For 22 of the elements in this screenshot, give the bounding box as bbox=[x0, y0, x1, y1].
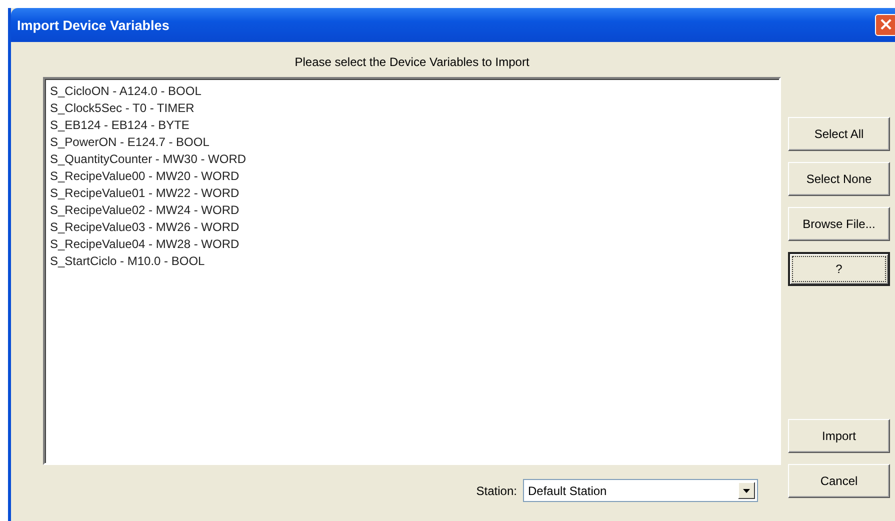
variable-item[interactable]: S_Clock5Sec - T0 - TIMER bbox=[48, 100, 196, 117]
variable-item[interactable]: S_EB124 - EB124 - BYTE bbox=[48, 117, 192, 134]
dialog-button[interactable]: Select All bbox=[788, 117, 890, 151]
station-label: Station: bbox=[476, 484, 517, 498]
station-dropdown[interactable]: Default Station bbox=[523, 479, 758, 502]
dialog-button[interactable]: Select None bbox=[788, 162, 890, 196]
variable-item[interactable]: S_StartCiclo - M10.0 - BOOL bbox=[48, 253, 207, 270]
variable-item[interactable]: S_PowerON - E124.7 - BOOL bbox=[48, 134, 212, 151]
variable-item[interactable]: S_RecipeValue00 - MW20 - WORD bbox=[48, 168, 242, 185]
dialog-button[interactable]: Cancel bbox=[788, 464, 890, 498]
variable-item[interactable]: S_RecipeValue01 - MW22 - WORD bbox=[48, 185, 242, 202]
variable-item[interactable]: S_CicloON - A124.0 - BOOL bbox=[48, 83, 204, 100]
dialog-button[interactable]: Import bbox=[788, 419, 890, 453]
window-title: Import Device Variables bbox=[17, 18, 170, 32]
close-button[interactable]: × bbox=[875, 14, 895, 36]
variable-item[interactable]: S_RecipeValue03 - MW26 - WORD bbox=[48, 219, 242, 236]
variable-item[interactable]: S_QuantityCounter - MW30 - WORD bbox=[48, 151, 248, 168]
instruction-text: Please select the Device Variables to Import bbox=[294, 55, 530, 69]
dialog-button[interactable]: ? bbox=[788, 252, 890, 286]
variable-item[interactable]: S_RecipeValue02 - MW24 - WORD bbox=[48, 202, 242, 219]
variable-item[interactable]: S_RecipeValue04 - MW28 - WORD bbox=[48, 236, 242, 253]
dialog-button[interactable]: Browse File... bbox=[788, 207, 890, 241]
